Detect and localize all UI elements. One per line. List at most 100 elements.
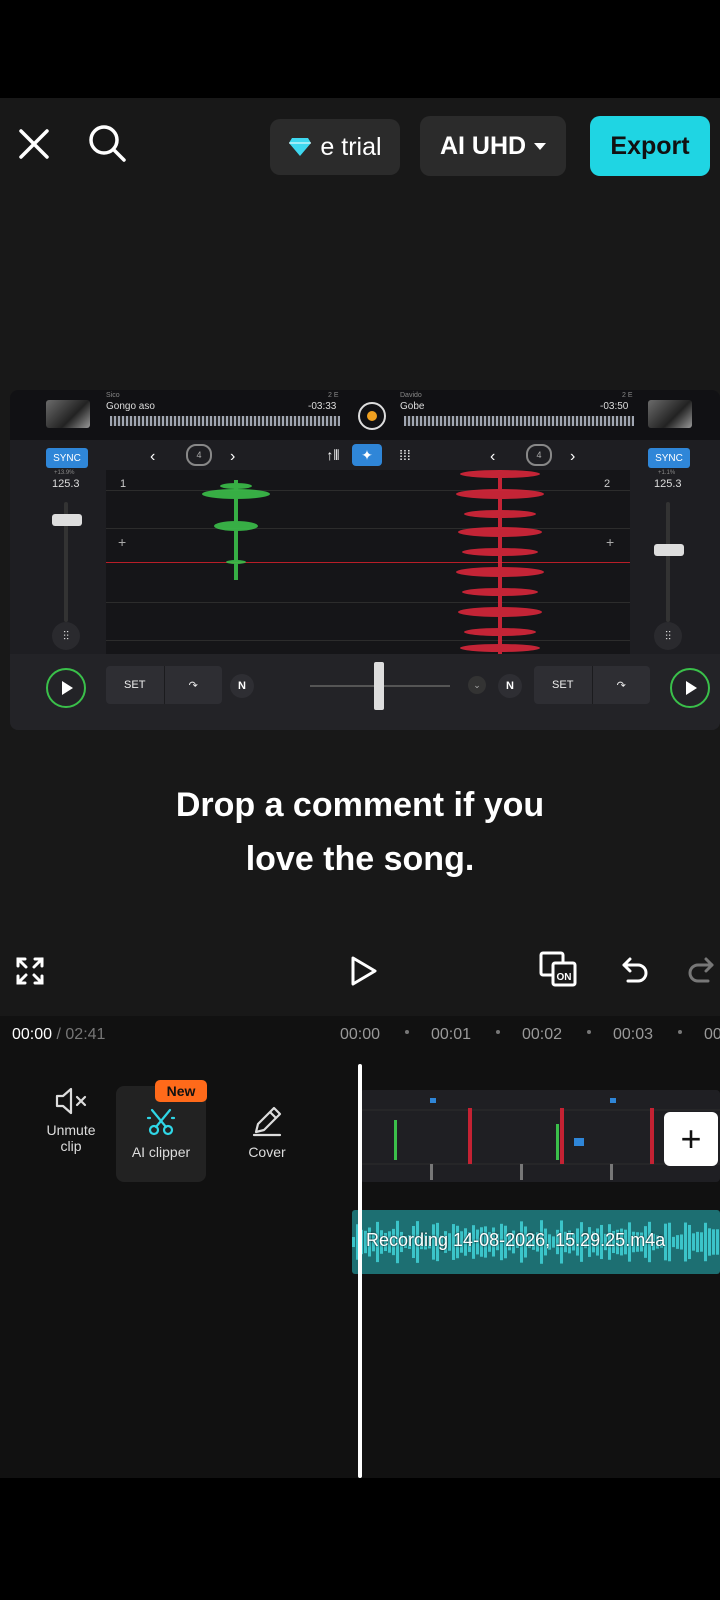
ruler-dot [587,1030,591,1034]
cover-button[interactable]: Cover [222,1086,312,1182]
bottom-bar [0,1478,720,1600]
left-pitch-value: +13.9% [54,470,75,476]
caption-line-1: Drop a comment if you [175,786,545,824]
left-bpm: 125.3 [52,478,80,490]
fullscreen-button[interactable] [14,955,46,987]
right-deck-artwork [648,400,692,428]
undo-button[interactable] [620,955,650,985]
unmute-clip-button[interactable]: Unmute clip [26,1086,116,1182]
current-time: 00:00 [12,1026,53,1043]
dj-waveform-area[interactable]: 1 2 + + [106,470,630,654]
left-loop-prev-icon[interactable]: ‹ [150,448,155,466]
left-deck-key: 2 E [328,392,339,399]
redo-button[interactable] [686,955,716,985]
quality-label: AI UHD [439,131,527,160]
diamond-icon [289,138,312,156]
ruler-label: 00:02 [522,1026,563,1043]
audio-clip-name: Recording 14-08-2026, 15.29.25.m4a [366,1230,666,1250]
left-deck-time: -03:33 [308,401,337,412]
right-cue-controls: SET ↷ [534,666,650,704]
free-trial-button[interactable]: e trial [270,119,400,175]
quality-selector[interactable]: AI UHD [420,116,566,176]
export-button[interactable]: Export [590,116,710,176]
close-button[interactable] [12,122,56,166]
unmute-label-line1: Unmute [46,1122,96,1138]
left-loop-icon[interactable]: 4 [186,444,212,466]
waveform-view-icon[interactable]: ✦ [352,444,382,466]
cover-label: Cover [248,1144,286,1160]
ruler-dot [678,1030,682,1034]
total-time: / 02:41 [56,1026,106,1043]
right-deck-key: 2 E [622,392,633,399]
ruler-label: 00:01 [431,1026,472,1043]
pencil-icon [252,1106,282,1137]
left-mixer-icon[interactable]: ⫶⫶ [52,622,80,650]
tempo-icon[interactable]: ↑⦀ [318,444,348,466]
left-cue-controls: SET ↷ [106,666,222,704]
ruler-dot [496,1030,500,1034]
timeline-playhead[interactable] [358,1064,362,1478]
right-deck-time: -03:50 [600,401,629,412]
fullscreen-icon [16,957,44,985]
left-deck-artist: Sico [106,392,120,399]
play-button[interactable] [346,954,380,988]
speaker-muted-icon [55,1087,87,1115]
ruler-dot [405,1030,409,1034]
left-pitch-slider-knob[interactable] [52,514,82,526]
ruler-label: 00 [704,1026,720,1043]
play-icon [686,681,697,695]
search-button[interactable] [84,120,130,166]
left-sync-button[interactable]: SYNC [46,448,88,468]
vinyl-icon[interactable] [358,402,386,430]
play-icon [351,956,377,986]
unmute-label-line2: clip [60,1138,82,1154]
caption-text[interactable]: Drop a comment if you love the song. [0,778,720,886]
chevron-down-icon[interactable]: ⌄ [468,676,486,694]
ruler-label: 00:00 [340,1026,381,1043]
search-icon [89,125,126,162]
left-play-button[interactable] [46,668,86,708]
left-n-button[interactable]: N [230,674,254,698]
svg-text:ON: ON [557,972,572,983]
undo-icon [622,957,648,983]
redo-icon [688,957,714,983]
left-deck-title: Gongo aso [106,401,155,412]
right-mixer-icon[interactable]: ⫶⫶ [654,622,682,650]
pads-grid-icon[interactable]: ⁞⁞⁞ [390,444,420,466]
audio-clip[interactable]: Recording 14-08-2026, 15.29.25.m4a [352,1210,720,1274]
right-loop-icon[interactable]: 4 [526,444,552,466]
right-sync-button[interactable]: SYNC [648,448,690,468]
video-preview[interactable]: Sico Gongo aso 2 E -03:33 Davido Gobe 2 … [10,390,720,730]
new-badge: New [155,1080,207,1102]
right-loop-prev-icon[interactable]: ‹ [490,448,495,466]
right-pitch-slider-knob[interactable] [654,544,684,556]
left-set-button[interactable]: SET [106,666,164,704]
right-set-button[interactable]: SET [534,666,592,704]
ruler-label: 00:03 [613,1026,654,1043]
right-bpm: 125.3 [654,478,682,490]
caption-line-2: love the song. [245,840,475,878]
close-icon [19,129,49,159]
right-deck-overview-waveform [404,416,634,426]
chevron-down-icon [534,142,547,150]
right-pitch-slider-track[interactable] [666,502,670,622]
crossfader-knob[interactable] [374,662,384,710]
right-deck-artist: Davido [400,392,422,399]
right-loop-next-icon[interactable]: › [570,448,575,466]
left-jump-icon[interactable]: ↷ [163,666,223,704]
status-bar [0,0,720,98]
deck-waveforms [202,470,544,654]
left-deck-artwork [46,400,90,428]
right-n-button[interactable]: N [498,674,522,698]
play-icon [62,681,73,695]
keyframe-toggle-button[interactable]: ON [538,950,584,990]
dj-deck-header: Sico Gongo aso 2 E -03:33 Davido Gobe 2 … [10,390,720,440]
add-clip-button[interactable]: + [664,1112,718,1166]
top-bar: e trial AI UHD Export [0,116,720,176]
trial-label: e trial [320,132,382,161]
right-play-button[interactable] [670,668,710,708]
plus-icon: + [680,1118,702,1159]
left-loop-next-icon[interactable]: › [230,448,235,466]
right-jump-icon[interactable]: ↷ [591,666,651,704]
scissors-icon [146,1108,177,1136]
